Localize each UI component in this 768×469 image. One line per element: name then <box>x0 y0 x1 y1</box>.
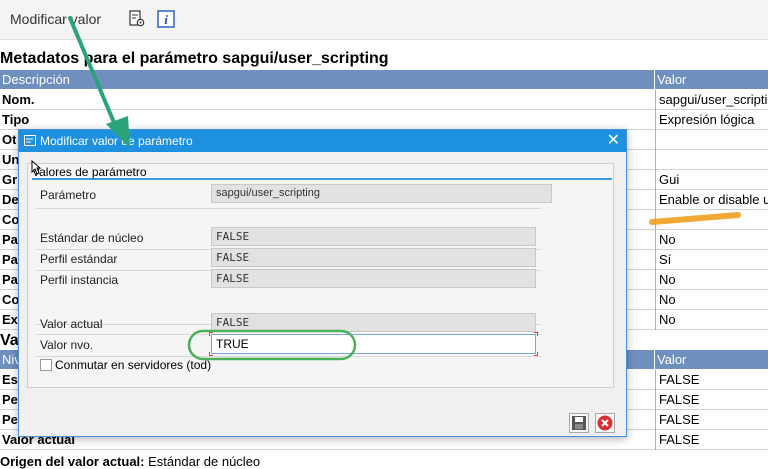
divider <box>36 208 541 209</box>
edit-document-icon <box>24 135 36 146</box>
column-header-value[interactable]: Valor <box>655 70 768 89</box>
close-icon[interactable]: ✕ <box>607 130 620 152</box>
origin-label: Origen del valor actual: <box>0 454 145 469</box>
switch-servers-option[interactable]: Conmutar en servidores (tod) <box>40 358 211 372</box>
row-label: Ex <box>2 312 18 327</box>
instance-profile-label: Perfil instancia <box>40 273 119 287</box>
current-value-origin: Origen del valor actual: Estándar de núc… <box>0 454 260 469</box>
modify-parameter-dialog: Modificar valor de parámetro ✕ Valores d… <box>18 129 627 437</box>
row-value <box>655 150 768 170</box>
instance-profile-field: FALSE <box>211 269 536 288</box>
row-label: Co <box>2 212 20 227</box>
row-value: Expresión lógica <box>655 110 768 130</box>
row-value: Gui <box>655 170 768 190</box>
section-title: Va <box>0 332 19 349</box>
row-value: No <box>655 310 768 330</box>
row-label: Co <box>2 292 20 307</box>
row-value: FALSE <box>655 370 768 390</box>
origin-value: Estándar de núcleo <box>148 454 261 469</box>
group-title: Valores de parámetro <box>32 164 612 180</box>
current-value-label: Valor actual <box>40 317 103 331</box>
mouse-cursor-icon <box>31 160 41 175</box>
row-value <box>655 130 768 150</box>
highlight-marker <box>649 212 741 225</box>
save-button[interactable] <box>569 413 589 433</box>
row-value: Sí <box>655 250 768 270</box>
default-profile-field: FALSE <box>211 248 536 267</box>
row-value: FALSE <box>655 410 768 430</box>
kernel-default-field: FALSE <box>211 227 536 246</box>
page-title: Metadatos para el parámetro sapgui/user_… <box>0 50 389 67</box>
kernel-default-label: Estándar de núcleo <box>40 231 144 245</box>
row-value: FALSE <box>655 390 768 410</box>
svg-text:i: i <box>164 12 168 27</box>
cancel-icon <box>597 415 613 431</box>
switch-servers-checkbox[interactable] <box>40 359 52 371</box>
column-header-value[interactable]: Valor <box>655 350 768 369</box>
row-value: No <box>655 270 768 290</box>
row-label: Nom. <box>2 92 35 107</box>
row-label: Ot <box>2 132 17 147</box>
new-value-label: Valor nvo. <box>40 338 94 352</box>
cancel-button[interactable] <box>595 413 615 433</box>
row-label: Pa <box>2 232 18 247</box>
row-label: Tipo <box>2 112 30 127</box>
highlight-oval <box>187 329 357 361</box>
row-value: sapgui/user_scripti <box>655 90 768 110</box>
row-value: Enable or disable u <box>655 190 768 210</box>
parameter-field: sapgui/user_scripting <box>211 184 552 203</box>
save-icon <box>572 416 586 430</box>
row-value: No <box>655 290 768 310</box>
row-label: De <box>2 192 19 207</box>
info-icon[interactable]: i <box>157 10 175 28</box>
default-profile-label: Perfil estándar <box>40 252 118 266</box>
annotation-arrow <box>68 16 130 148</box>
row-value: No <box>655 230 768 250</box>
input-corner-marker <box>534 332 538 336</box>
row-label: Pa <box>2 272 18 287</box>
row-label: Gr <box>2 172 18 187</box>
row-value: FALSE <box>655 430 768 450</box>
row-label: Pa <box>2 252 18 267</box>
parameter-label: Parámetro <box>40 188 97 202</box>
row-label: Un <box>2 152 20 167</box>
